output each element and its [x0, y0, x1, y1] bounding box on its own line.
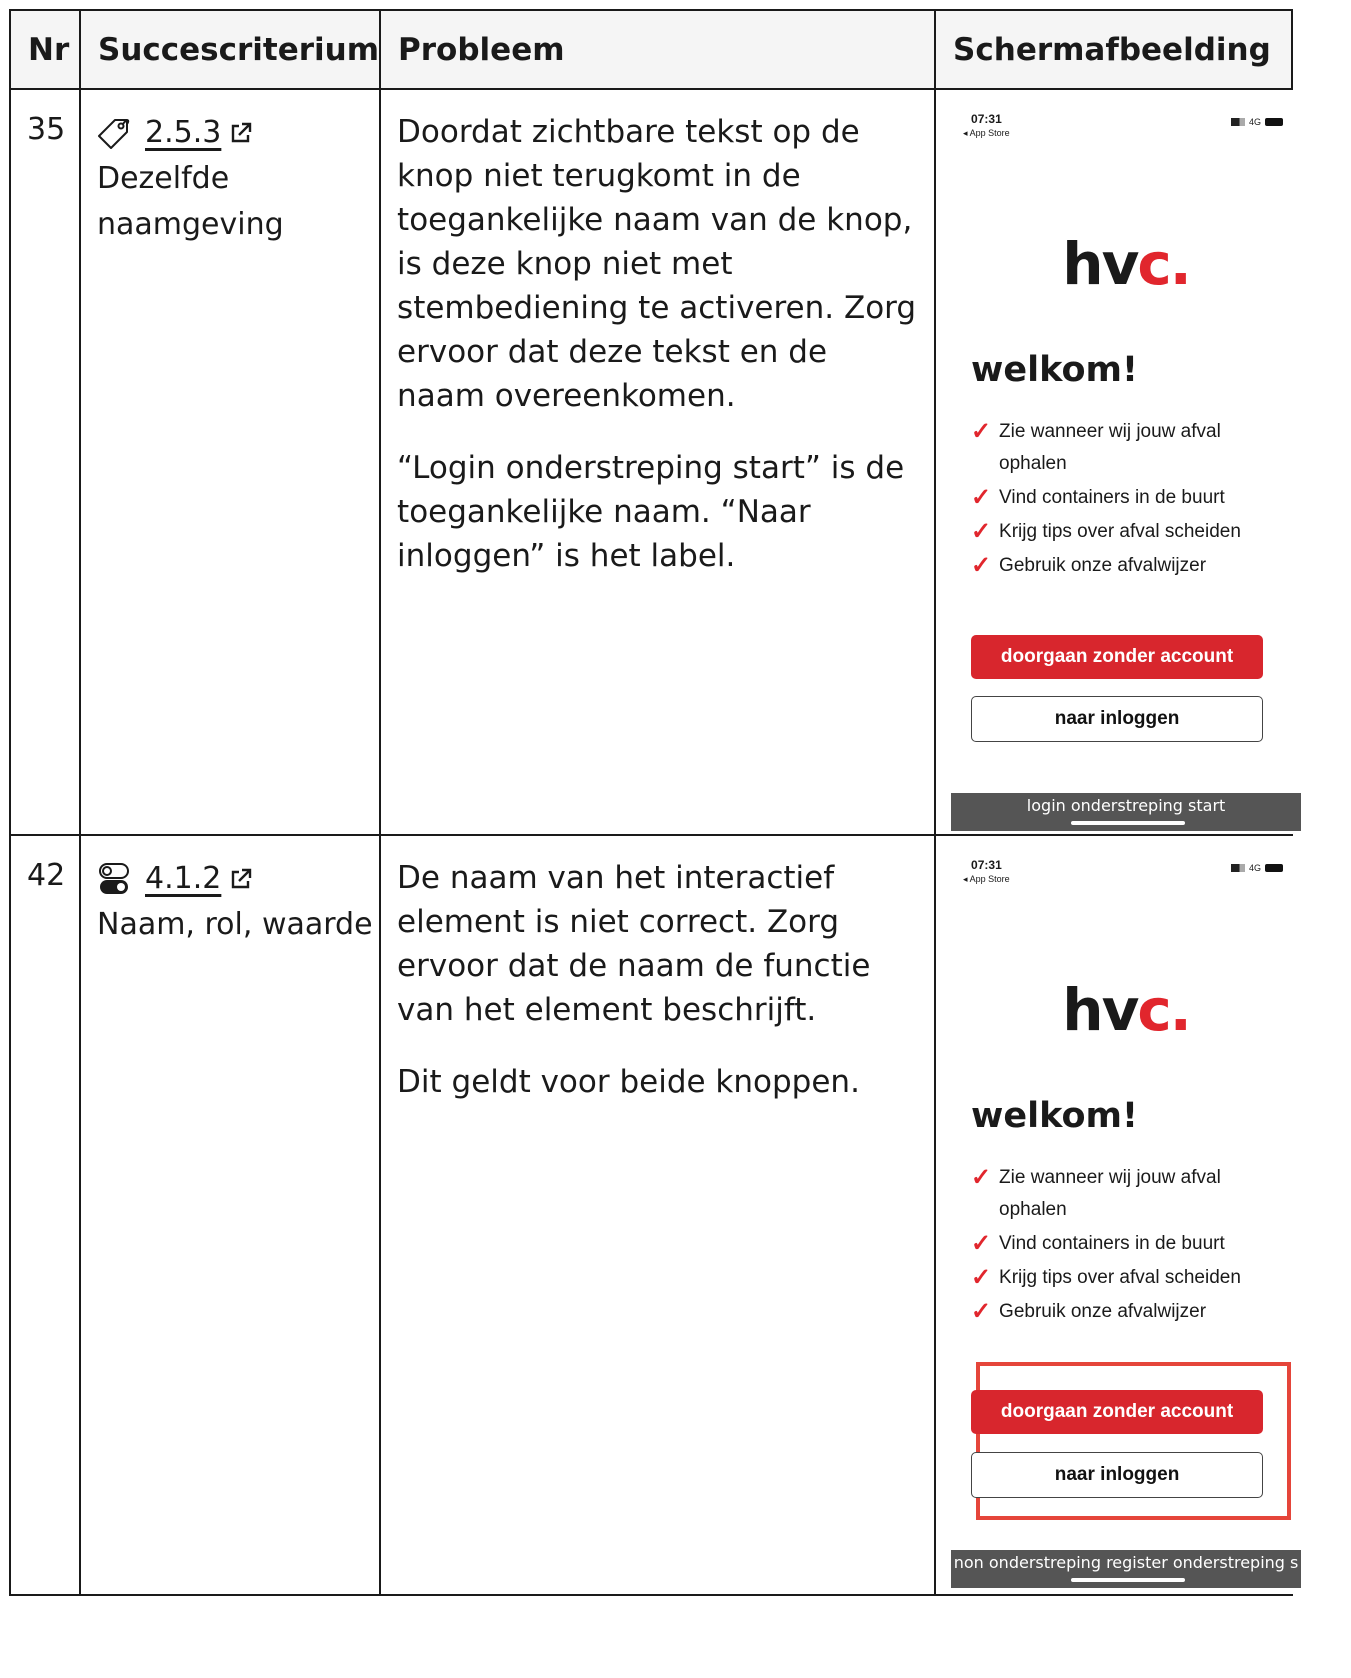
- login-button[interactable]: naar inloggen: [971, 1452, 1264, 1498]
- problem-cell: Doordat zichtbare tekst op de knop niet …: [379, 88, 937, 836]
- phone-screenshot: 07:31 ◂ App Store 4G hvc. welkom! Zie wa…: [951, 836, 1302, 1594]
- table-row: 42 4.1.2 Naam, rol, waarde De naam van h…: [9, 834, 1302, 1596]
- problem-cell: De naam van het interactief element is n…: [379, 834, 937, 1596]
- screenshot-cell: 07:31 ◂ App Store 4G hvc. welkom! Zie wa…: [934, 834, 1302, 1596]
- problem-text: Dit geldt voor beide knoppen.: [397, 1064, 860, 1100]
- network-label: 4G: [1249, 117, 1262, 127]
- list-item: Zie wanneer wij jouw afval ophalen: [971, 416, 1291, 480]
- continue-without-account-button[interactable]: doorgaan zonder account: [971, 1390, 1264, 1434]
- problem-text: Doordat zichtbare tekst op de knop niet …: [397, 114, 917, 414]
- continue-without-account-button[interactable]: doorgaan zonder account: [971, 635, 1264, 679]
- external-link-icon[interactable]: [229, 867, 253, 891]
- app-store-back: ◂ App Store: [963, 128, 1010, 138]
- signal-icon: [1231, 118, 1246, 126]
- row-number: 35: [9, 88, 81, 836]
- toggle-icon: [99, 863, 129, 894]
- criterion-name: Naam, rol, waarde: [97, 907, 373, 942]
- findings-table: Nr Succescriterium Probleem Schermafbeel…: [9, 9, 1302, 1596]
- hvc-logo: hvc.: [1062, 230, 1192, 298]
- voice-overlay-text: non onderstreping register onderstreping…: [953, 1553, 1299, 1572]
- list-item: Krijg tips over afval scheiden: [971, 1262, 1291, 1294]
- header-criterion: Succescriterium: [78, 9, 382, 90]
- list-item: Gebruik onze afvalwijzer: [971, 1296, 1291, 1328]
- status-icons: 4G: [1231, 863, 1284, 873]
- criterion-link[interactable]: 4.1.2: [145, 856, 221, 902]
- row-number: 42: [9, 834, 81, 1596]
- problem-text: De naam van het interactief element is n…: [397, 860, 871, 1028]
- feature-list: Zie wanneer wij jouw afval ophalen Vind …: [971, 416, 1291, 584]
- battery-icon: [1265, 864, 1284, 872]
- list-item: Zie wanneer wij jouw afval ophalen: [971, 1162, 1291, 1226]
- phone-screenshot: 07:31 ◂ App Store 4G hvc. welkom! Zie wa…: [951, 90, 1302, 834]
- criterion-cell: 4.1.2 Naam, rol, waarde: [78, 834, 382, 1596]
- table-header-row: Nr Succescriterium Probleem Schermafbeel…: [9, 9, 1294, 90]
- voice-overlay-text: login onderstreping start: [1026, 796, 1226, 815]
- list-item: Vind containers in de buurt: [971, 1228, 1291, 1260]
- screenshot-cell: 07:31 ◂ App Store 4G hvc. welkom! Zie wa…: [934, 88, 1302, 836]
- network-label: 4G: [1249, 863, 1262, 873]
- list-item: Krijg tips over afval scheiden: [971, 516, 1291, 548]
- feature-list: Zie wanneer wij jouw afval ophalen Vind …: [971, 1162, 1291, 1330]
- tag-icon: [98, 119, 130, 149]
- criterion-link[interactable]: 2.5.3: [145, 110, 221, 156]
- problem-text: “Login onderstreping start” is de toegan…: [397, 450, 905, 574]
- status-time: 07:31: [971, 858, 1002, 872]
- welcome-heading: welkom!: [971, 1096, 1138, 1136]
- app-store-back: ◂ App Store: [963, 874, 1010, 884]
- signal-icon: [1231, 864, 1246, 872]
- hvc-logo: hvc.: [1062, 976, 1192, 1044]
- voice-control-overlay: login onderstreping start: [951, 793, 1302, 831]
- external-link-icon[interactable]: [229, 121, 253, 145]
- table-row: 35 2.5.3 Dezelfde naamgeving Doordat zic…: [9, 88, 1302, 836]
- header-nr: Nr: [9, 9, 81, 90]
- header-screenshot: Schermafbeelding: [934, 9, 1294, 90]
- welcome-heading: welkom!: [971, 350, 1138, 390]
- list-item: Vind containers in de buurt: [971, 482, 1291, 514]
- battery-icon: [1265, 118, 1284, 126]
- status-time: 07:31: [971, 112, 1002, 126]
- voice-control-overlay: non onderstreping register onderstreping…: [951, 1550, 1302, 1588]
- criterion-cell: 2.5.3 Dezelfde naamgeving: [78, 88, 382, 836]
- criterion-name: Dezelfde naamgeving: [97, 161, 284, 242]
- header-problem: Probleem: [379, 9, 937, 90]
- login-button[interactable]: naar inloggen: [971, 696, 1264, 742]
- status-icons: 4G: [1231, 117, 1284, 127]
- home-indicator: [1071, 821, 1186, 825]
- list-item: Gebruik onze afvalwijzer: [971, 550, 1291, 582]
- home-indicator: [1071, 1578, 1186, 1582]
